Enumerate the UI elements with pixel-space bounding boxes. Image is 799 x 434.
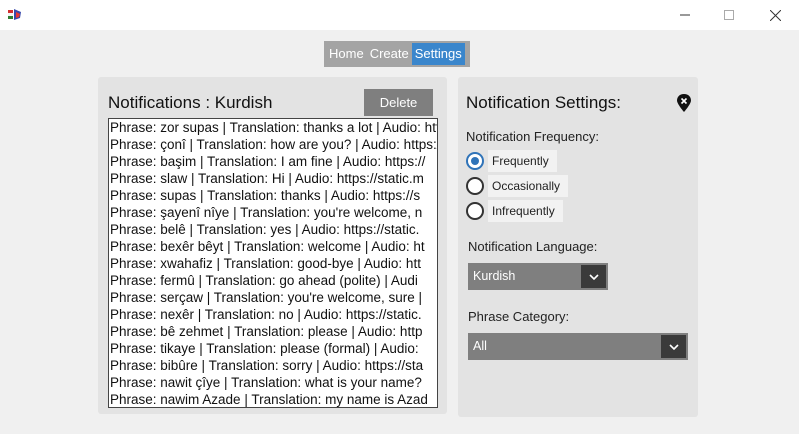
notifications-panel: Notifications : Kurdish Delete Phrase: z… xyxy=(98,77,447,414)
list-item[interactable]: Phrase: zor supas | Translation: thanks … xyxy=(109,119,437,136)
list-item[interactable]: Phrase: belê | Translation: yes | Audio:… xyxy=(109,221,437,238)
radio-label: Frequently xyxy=(488,150,557,172)
nav-bar: Home Create Settings xyxy=(324,41,470,67)
list-item[interactable]: Phrase: başim | Translation: I am fine |… xyxy=(109,153,437,170)
maximize-button[interactable] xyxy=(706,0,752,30)
list-item[interactable]: Phrase: şayenî nîye | Translation: you'r… xyxy=(109,204,437,221)
radio-button[interactable] xyxy=(466,202,484,220)
radio-button[interactable] xyxy=(466,177,484,195)
nav-settings[interactable]: Settings xyxy=(411,43,465,65)
category-select-value: All xyxy=(473,339,487,353)
settings-panel: Notification Settings: Notification Freq… xyxy=(458,77,698,417)
list-item[interactable]: Phrase: bê zehmet | Translation: please … xyxy=(109,323,437,340)
frequency-radio-frequently[interactable]: Frequently xyxy=(466,150,557,172)
delete-button[interactable]: Delete xyxy=(364,89,433,116)
nav-create[interactable]: Create xyxy=(367,43,412,65)
minimize-icon xyxy=(680,14,690,16)
settings-title: Notification Settings: xyxy=(466,93,621,112)
app-body: Home Create Settings Notifications : Kur… xyxy=(0,30,799,434)
language-select-value: Kurdish xyxy=(473,269,516,283)
notifications-list[interactable]: Phrase: zor supas | Translation: thanks … xyxy=(108,118,438,408)
frequency-radio-occasionally[interactable]: Occasionally xyxy=(466,175,569,197)
list-item[interactable]: Phrase: supas | Translation: thanks | Au… xyxy=(109,187,437,204)
maximize-icon xyxy=(724,10,734,20)
language-select[interactable]: Kurdish xyxy=(468,263,608,290)
list-item[interactable]: Phrase: xwahafiz | Translation: good-bye… xyxy=(109,255,437,272)
language-label: Notification Language: xyxy=(468,239,598,254)
close-button[interactable] xyxy=(752,0,798,30)
minimize-button[interactable] xyxy=(662,0,708,30)
chevron-down-icon[interactable] xyxy=(581,265,606,288)
list-item[interactable]: Phrase: bexêr bêyt | Translation: welcom… xyxy=(109,238,437,255)
pin-icon[interactable] xyxy=(677,94,691,112)
list-item[interactable]: Phrase: tikaye | Translation: please (fo… xyxy=(109,340,437,357)
list-item[interactable]: Phrase: bibûre | Translation: sorry | Au… xyxy=(109,357,437,374)
nav-home[interactable]: Home xyxy=(326,43,367,65)
radio-label: Occasionally xyxy=(488,175,569,197)
list-item[interactable]: Phrase: nawim Azade | Translation: my na… xyxy=(109,391,437,407)
list-item[interactable]: Phrase: slaw | Translation: Hi | Audio: … xyxy=(109,170,437,187)
list-item[interactable]: Phrase: nawit çîye | Translation: what i… xyxy=(109,374,437,391)
notifications-title: Notifications : Kurdish xyxy=(108,93,273,112)
category-label: Phrase Category: xyxy=(468,309,570,324)
chevron-down-icon[interactable] xyxy=(661,335,686,358)
list-item[interactable]: Phrase: serçaw | Translation: you're wel… xyxy=(109,289,437,306)
close-icon xyxy=(769,9,781,21)
radio-label: Infrequently xyxy=(488,200,563,222)
frequency-label: Notification Frequency: xyxy=(466,129,599,144)
list-item[interactable]: Phrase: çonî | Translation: how are you?… xyxy=(109,136,437,153)
list-item[interactable]: Phrase: fermû | Translation: go ahead (p… xyxy=(109,272,437,289)
radio-button[interactable] xyxy=(466,152,484,170)
app-flag-icon xyxy=(8,9,21,20)
title-bar xyxy=(0,0,799,30)
list-item[interactable]: Phrase: nexêr | Translation: no | Audio:… xyxy=(109,306,437,323)
category-select[interactable]: All xyxy=(468,333,688,360)
frequency-radio-infrequently[interactable]: Infrequently xyxy=(466,200,563,222)
